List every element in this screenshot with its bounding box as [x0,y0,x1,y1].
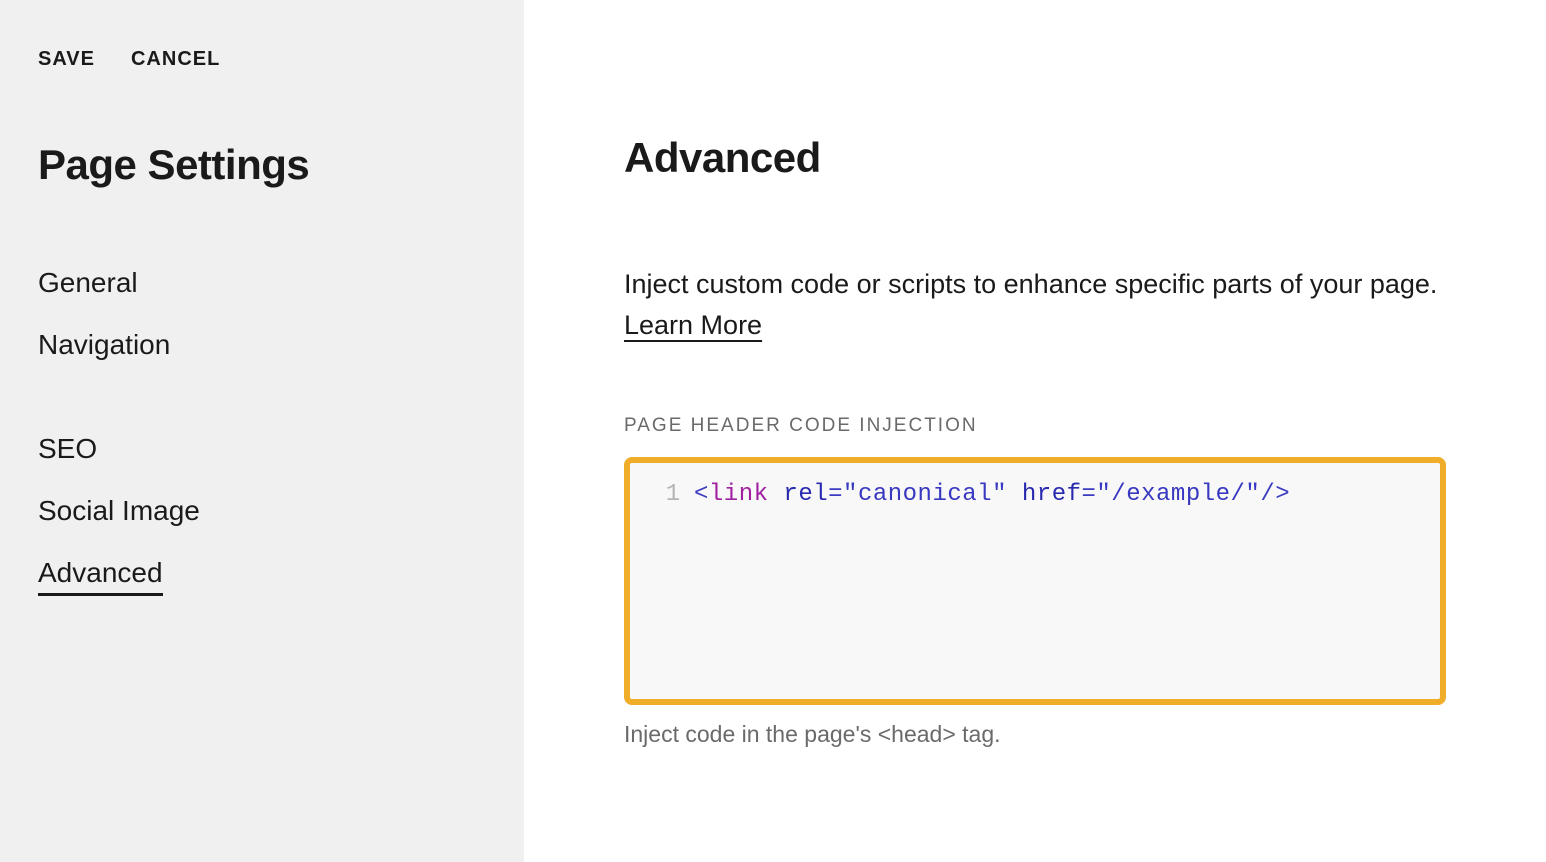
settings-sidebar: SAVE CANCEL Page Settings General Naviga… [0,0,524,862]
sidebar-nav: General Navigation SEO Social Image Adva… [38,267,486,596]
code-content: <link rel="canonical" href="/example/"/> [694,481,1290,508]
sidebar-item-seo[interactable]: SEO [38,433,97,465]
page-description: Inject custom code or scripts to enhance… [624,264,1446,345]
page-title: Advanced [624,134,1446,182]
sidebar-item-general[interactable]: General [38,267,138,299]
nav-divider [38,391,486,403]
code-injection-input[interactable]: 1 <link rel="canonical" href="/example/"… [624,457,1446,705]
code-line: 1 <link rel="canonical" href="/example/"… [640,481,1430,508]
sidebar-item-advanced[interactable]: Advanced [38,557,163,596]
line-number: 1 [640,481,680,508]
section-label: PAGE HEADER CODE INJECTION [624,415,1446,437]
sidebar-item-navigation[interactable]: Navigation [38,329,170,361]
cancel-button[interactable]: CANCEL [131,48,220,71]
helper-text: Inject code in the page's <head> tag. [624,721,1446,748]
sidebar-title: Page Settings [38,141,486,189]
sidebar-actions: SAVE CANCEL [38,48,486,71]
sidebar-item-social-image[interactable]: Social Image [38,495,200,527]
learn-more-link[interactable]: Learn More [624,310,762,340]
description-text: Inject custom code or scripts to enhance… [624,269,1437,299]
save-button[interactable]: SAVE [38,48,95,71]
main-content: Advanced Inject custom code or scripts t… [524,0,1546,862]
